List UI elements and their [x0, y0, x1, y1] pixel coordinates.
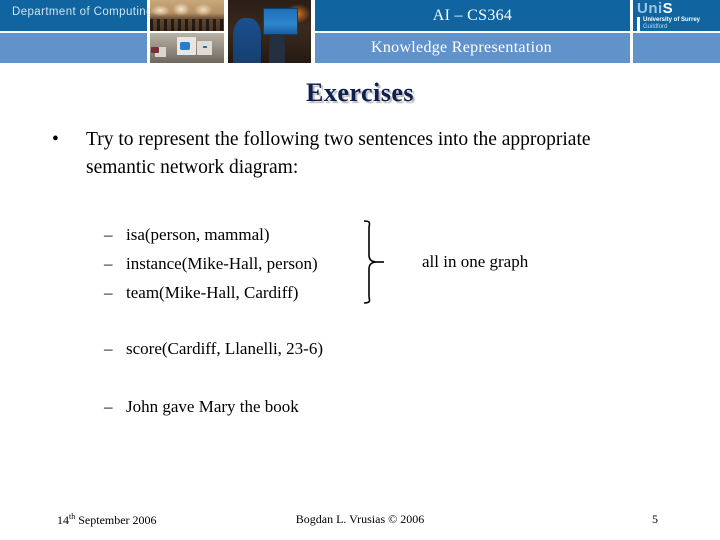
department-label: Department of Computing: [12, 6, 153, 18]
logo-wordmark: UniS: [637, 0, 717, 17]
header-logo-light-band: [633, 33, 720, 63]
logo-s-text: S: [662, 0, 674, 17]
list-item: – instance(Mike-Hall, person): [104, 253, 318, 275]
list-item: – isa(person, mammal): [104, 224, 270, 246]
list-item: – John gave Mary the book: [104, 396, 299, 418]
university-logo: UniS University of Surrey Guildford: [637, 0, 717, 31]
curly-brace-icon: [360, 218, 392, 306]
header-left-light-band: [0, 33, 147, 63]
subject-title: Knowledge Representation: [371, 39, 552, 56]
logo-city-name: Guildford: [643, 24, 668, 30]
logo-subtext-block: University of Surrey Guildford: [637, 17, 717, 31]
main-bullet-item: • Try to represent the following two sen…: [52, 126, 652, 182]
list-item-text: team(Mike-Hall, Cardiff): [126, 283, 299, 302]
dash-marker-icon: –: [104, 339, 113, 358]
bullet-marker-icon: •: [52, 129, 59, 150]
list-item-text: isa(person, mammal): [126, 225, 270, 244]
footer-page-number: 5: [652, 512, 658, 526]
logo-university-name: University of Surrey: [643, 17, 701, 23]
main-bullet-text: Try to represent the following two sente…: [86, 129, 591, 178]
list-item-text: instance(Mike-Hall, person): [126, 254, 318, 273]
dash-marker-icon: –: [104, 254, 113, 273]
lecture-hall-photo: [150, 0, 224, 31]
students-at-laptop-photo: [228, 0, 311, 63]
dash-marker-icon: –: [104, 283, 113, 302]
footer-author: Bogdan L. Vrusias © 2006: [295, 512, 425, 526]
header-photo-strip: [150, 0, 311, 63]
slide-header: Department of Computing AI – CS364 Knowl…: [0, 0, 720, 63]
list-item: – team(Mike-Hall, Cardiff): [104, 282, 298, 304]
page-title: Exercises: [306, 78, 414, 107]
logo-uni-text: Uni: [637, 0, 663, 17]
list-item: – score(Cardiff, Llanelli, 23-6): [104, 338, 323, 360]
computer-lab-photo: [150, 33, 224, 63]
list-item-text: score(Cardiff, Llanelli, 23-6): [126, 339, 324, 358]
dash-marker-icon: –: [104, 397, 113, 416]
list-item-text: John gave Mary the book: [126, 397, 299, 416]
course-title: AI – CS364: [432, 7, 513, 24]
dash-marker-icon: –: [104, 225, 113, 244]
group-annotation-text: all in one graph: [422, 252, 529, 271]
